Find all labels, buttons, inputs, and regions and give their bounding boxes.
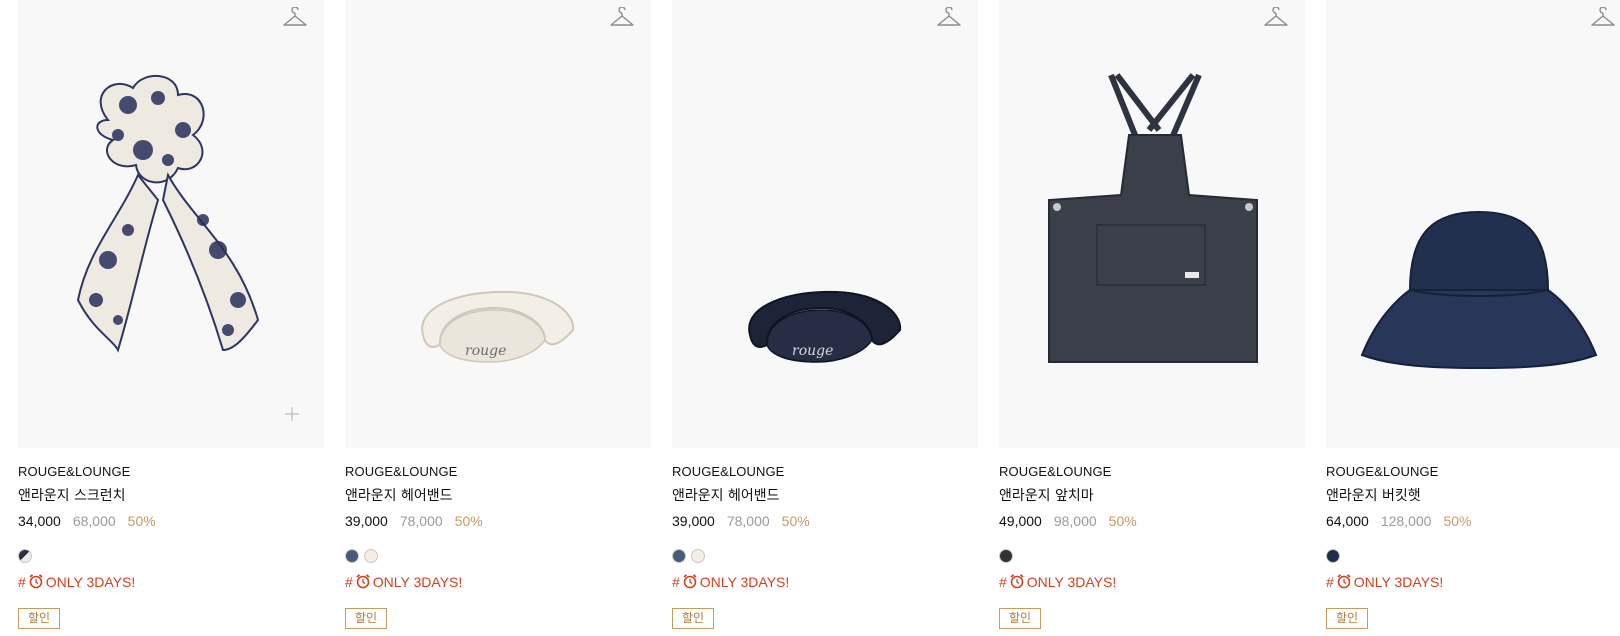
tag-prefix: #	[672, 574, 680, 590]
headband-navy-image: rouge	[748, 290, 902, 363]
sale-badge: 할인	[18, 608, 61, 629]
color-swatch-charcoal[interactable]	[999, 549, 1013, 563]
product-thumbnail[interactable]: rouge	[672, 0, 978, 448]
sale-price: 34,000	[18, 513, 61, 529]
original-price: 98,000	[1053, 513, 1097, 529]
promo-text: ONLY 3DAYS!	[699, 574, 790, 590]
hanger-icon[interactable]	[609, 7, 635, 29]
color-swatch-navy[interactable]	[672, 549, 686, 563]
product-thumbnail[interactable]	[999, 0, 1305, 448]
brand-name[interactable]: ROUGE&LOUNGE	[672, 463, 978, 481]
sale-badge: 할인	[1326, 608, 1369, 629]
bucket-hat-image	[1360, 210, 1598, 370]
promo-text: ONLY 3DAYS!	[45, 574, 136, 590]
brand-name[interactable]: ROUGE&LOUNGE	[345, 463, 651, 481]
color-swatches	[999, 549, 1305, 563]
scrunchie-image	[76, 74, 260, 353]
product-card: ROUGE&LOUNGE 앤라운지 버킷햇 64,000 128,000 50%…	[1326, 0, 1620, 629]
tag-prefix: #	[1326, 574, 1334, 590]
product-thumbnail[interactable]	[1326, 0, 1620, 448]
brand-name[interactable]: ROUGE&LOUNGE	[999, 463, 1305, 481]
sale-price: 39,000	[345, 513, 388, 529]
hanger-icon[interactable]	[1263, 7, 1289, 29]
promo-tag[interactable]: # ONLY 3DAYS!	[18, 573, 324, 592]
color-swatches	[1326, 549, 1620, 563]
hanger-icon[interactable]	[282, 7, 308, 29]
alarm-clock-icon	[1336, 573, 1352, 594]
alarm-clock-icon	[682, 573, 698, 594]
alarm-clock-icon	[28, 573, 44, 594]
color-swatches	[18, 549, 324, 563]
svg-text:rouge: rouge	[792, 343, 833, 359]
sale-badge: 할인	[672, 608, 715, 629]
sale-price: 49,000	[999, 513, 1042, 529]
color-swatches	[672, 549, 978, 563]
tag-prefix: #	[345, 574, 353, 590]
hanger-icon[interactable]	[1590, 7, 1616, 29]
promo-tag[interactable]: # ONLY 3DAYS!	[1326, 573, 1620, 592]
brand-name[interactable]: ROUGE&LOUNGE	[18, 463, 324, 481]
discount-rate: 50%	[127, 513, 156, 529]
color-swatch-ivory[interactable]	[691, 549, 705, 563]
apron-image	[1048, 73, 1258, 363]
promo-tag[interactable]: # ONLY 3DAYS!	[999, 573, 1305, 592]
product-name[interactable]: 앤라운지 앞치마	[999, 487, 1305, 506]
discount-rate: 50%	[781, 513, 810, 529]
color-swatch-navy[interactable]	[1326, 549, 1340, 563]
product-name[interactable]: 앤라운지 버킷햇	[1326, 487, 1620, 506]
promo-tag[interactable]: # ONLY 3DAYS!	[672, 573, 978, 592]
plus-icon[interactable]	[284, 406, 300, 422]
alarm-clock-icon	[1009, 573, 1025, 594]
original-price: 68,000	[72, 513, 116, 529]
promo-text: ONLY 3DAYS!	[1353, 574, 1444, 590]
product-card: rouge ROUGE&LOUNGE 앤라운지 헤어밴드 39,000 78,0…	[345, 0, 651, 629]
tag-prefix: #	[999, 574, 1007, 590]
sale-badge: 할인	[999, 608, 1042, 629]
svg-text:rouge: rouge	[465, 343, 506, 359]
product-card: ROUGE&LOUNGE 앤라운지 스크런치 34,000 68,000 50%…	[18, 0, 324, 629]
product-thumbnail[interactable]: rouge	[345, 0, 651, 448]
original-price: 78,000	[726, 513, 770, 529]
product-grid: ROUGE&LOUNGE 앤라운지 스크런치 34,000 68,000 50%…	[0, 0, 1620, 636]
product-card: ROUGE&LOUNGE 앤라운지 앞치마 49,000 98,000 50% …	[999, 0, 1305, 629]
product-card: rouge ROUGE&LOUNGE 앤라운지 헤어밴드 39,000 78,0…	[672, 0, 978, 629]
color-swatches	[345, 549, 651, 563]
sale-price: 39,000	[672, 513, 715, 529]
brand-name[interactable]: ROUGE&LOUNGE	[1326, 463, 1620, 481]
promo-text: ONLY 3DAYS!	[372, 574, 463, 590]
price-row: 49,000 98,000 50%	[999, 512, 1305, 531]
sale-badge: 할인	[345, 608, 388, 629]
price-row: 39,000 78,000 50%	[345, 512, 651, 531]
original-price: 128,000	[1380, 513, 1432, 529]
color-swatch-navy[interactable]	[345, 549, 359, 563]
discount-rate: 50%	[454, 513, 483, 529]
product-name[interactable]: 앤라운지 스크런치	[18, 487, 324, 506]
promo-text: ONLY 3DAYS!	[1026, 574, 1117, 590]
product-name[interactable]: 앤라운지 헤어밴드	[345, 487, 651, 506]
discount-rate: 50%	[1443, 513, 1472, 529]
color-swatch[interactable]	[18, 549, 32, 563]
discount-rate: 50%	[1108, 513, 1137, 529]
price-row: 39,000 78,000 50%	[672, 512, 978, 531]
alarm-clock-icon	[355, 573, 371, 594]
sale-price: 64,000	[1326, 513, 1369, 529]
hanger-icon[interactable]	[936, 7, 962, 29]
original-price: 78,000	[399, 513, 443, 529]
headband-ivory-image: rouge	[421, 290, 575, 363]
price-row: 34,000 68,000 50%	[18, 512, 324, 531]
tag-prefix: #	[18, 574, 26, 590]
product-name[interactable]: 앤라운지 헤어밴드	[672, 487, 978, 506]
price-row: 64,000 128,000 50%	[1326, 512, 1620, 531]
product-thumbnail[interactable]	[18, 0, 324, 448]
promo-tag[interactable]: # ONLY 3DAYS!	[345, 573, 651, 592]
color-swatch-ivory[interactable]	[364, 549, 378, 563]
